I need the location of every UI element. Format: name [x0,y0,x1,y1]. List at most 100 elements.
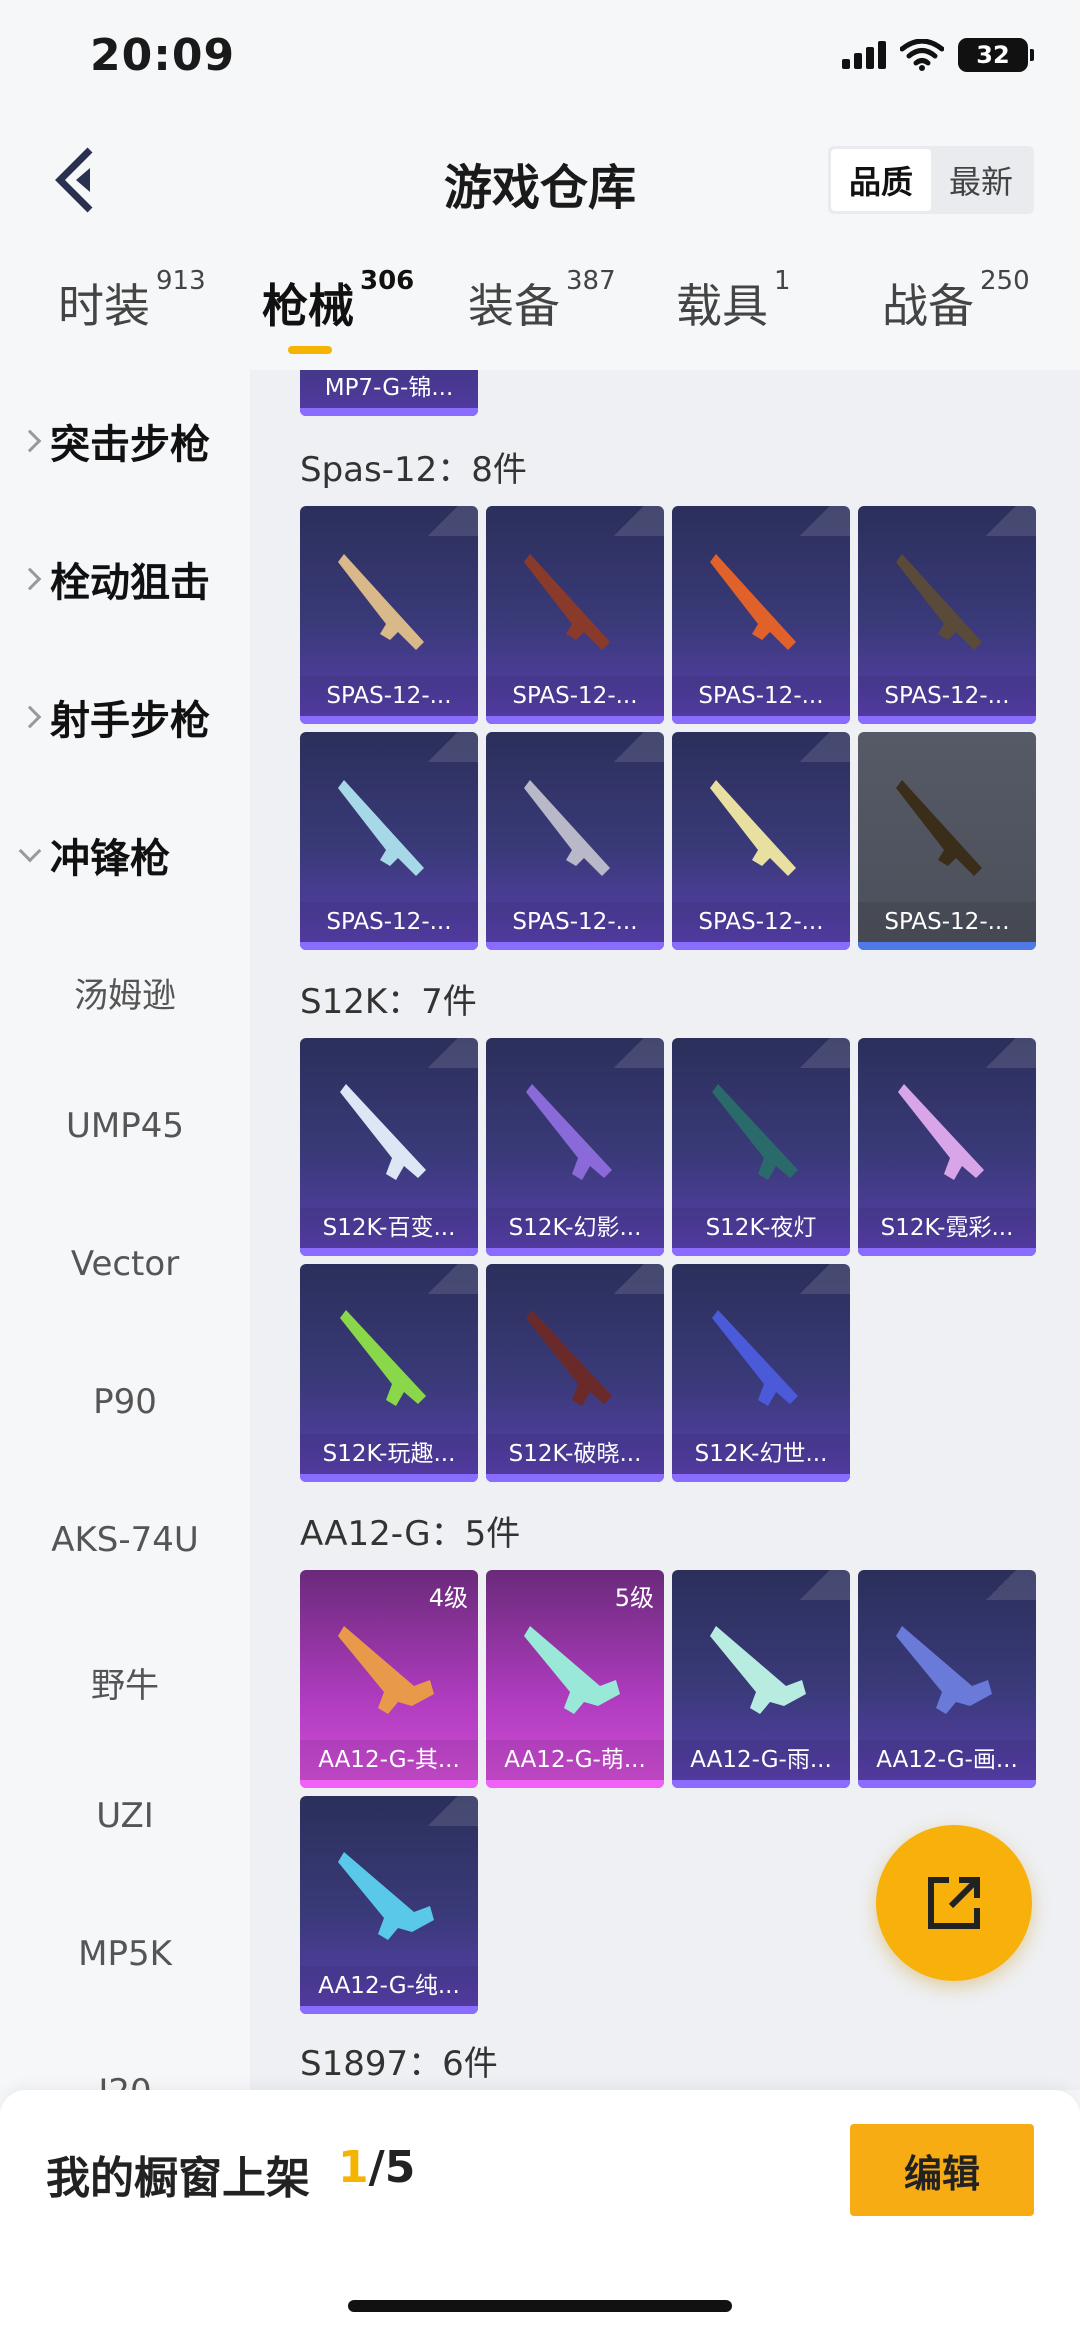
weapon-card[interactable]: MP7-G-锦... [300,370,478,416]
tab-count: 913 [156,266,206,296]
section-title: S1897：6件 [300,2044,498,2084]
weapon-card[interactable]: S12K-幻影... [486,1038,664,1256]
chevron-right-icon [18,567,42,591]
rarity-bar [672,1780,850,1788]
weapon-name: S12K-幻影... [486,1208,664,1248]
sort-newest-button[interactable]: 最新 [931,149,1031,211]
wifi-icon [900,39,944,71]
weapon-name: SPAS-12-... [858,676,1036,716]
battery-icon: 32 [958,38,1034,72]
rifle-shotgun-icon [898,1084,984,1180]
sidebar-group-bolt-sniper[interactable]: 栓动狙击 [18,550,210,608]
rarity-bar [486,1248,664,1256]
rarity-bar [672,1474,850,1482]
tab-outfits[interactable]: 时装 913 [58,266,206,336]
chevron-right-icon [18,705,42,729]
share-button[interactable] [876,1825,1032,1981]
rarity-bar [672,942,850,950]
sidebar-group-label: 射手步枪 [50,698,210,744]
weapon-card[interactable]: SPAS-12-... [672,732,850,950]
weapon-card[interactable]: AA12-G-画... [858,1570,1036,1788]
weapon-card[interactable]: SPAS-12-... [300,732,478,950]
card-corner [780,506,850,536]
header: 游戏仓库 品质 最新 [0,120,1080,240]
sidebar-group-label: 栓动狙击 [50,560,210,606]
rarity-bar [486,942,664,950]
shotgun-icon [338,780,424,876]
rifle-shotgun-icon [526,1310,612,1406]
tab-label: 载具 [676,279,768,333]
sidebar-group-label: 冲锋枪 [50,836,170,882]
weapon-card[interactable]: SPAS-12-... [486,506,664,724]
chevron-right-icon [18,429,42,453]
card-corner [780,1570,850,1600]
tab-count: 1 [774,266,791,296]
rarity-bar [672,716,850,724]
card-corner [408,1264,478,1294]
shotgun-icon [338,554,424,650]
sidebar-item-ump45[interactable]: UMP45 [0,1106,250,1146]
rarity-bar [858,942,1036,950]
weapon-card[interactable]: S12K-夜灯 [672,1038,850,1256]
sort-toggle: 品质 最新 [828,146,1034,214]
weapon-name: S12K-夜灯 [672,1208,850,1248]
tab-guns[interactable]: 枪械 306 [262,266,414,336]
sidebar-item-aks74u[interactable]: AKS-74U [0,1520,250,1560]
weapon-card[interactable]: S12K-百变... [300,1038,478,1256]
sidebar-item-mp5k[interactable]: MP5K [0,1934,250,1974]
sidebar-item-thompson[interactable]: 汤姆逊 [0,968,250,1017]
weapon-card[interactable]: SPAS-12-... [858,732,1036,950]
sidebar-group-assault-rifle[interactable]: 突击步枪 [18,412,210,470]
weapon-name: S12K-幻世... [672,1434,850,1474]
sidebar-group-marksman-rifle[interactable]: 射手步枪 [18,688,210,746]
tab-vehicles[interactable]: 载具 1 [676,266,791,336]
weapon-name: AA12-G-萌... [486,1740,664,1780]
external-share-icon [928,1877,980,1929]
weapon-card[interactable]: S12K-破晓... [486,1264,664,1482]
weapon-name: AA12-G-画... [858,1740,1036,1780]
card-corner [594,732,664,762]
tab-label: 时装 [58,279,150,333]
tab-supplies[interactable]: 战备 250 [882,266,1030,336]
weapon-card[interactable]: S12K-幻世... [672,1264,850,1482]
weapon-name: S12K-破晓... [486,1434,664,1474]
weapon-card[interactable]: SPAS-12-... [300,506,478,724]
sidebar-item-p90[interactable]: P90 [0,1382,250,1422]
edit-button[interactable]: 编辑 [850,2124,1034,2216]
card-corner [594,1264,664,1294]
weapon-card[interactable]: AA12-G-雨... [672,1570,850,1788]
showcase-count: 1/5 [338,2142,415,2193]
weapon-card[interactable]: S12K-玩趣... [300,1264,478,1482]
tab-equipment[interactable]: 装备 387 [468,266,616,336]
weapon-name: SPAS-12-... [486,902,664,942]
section-title: AA12-G：5件 [300,1514,521,1554]
auto-shotgun-icon [338,1626,434,1714]
shotgun-icon [524,554,610,650]
weapon-card[interactable]: 5级 AA12-G-萌... [486,1570,664,1788]
weapon-card[interactable]: 4级 AA12-G-其... [300,1570,478,1788]
weapon-card[interactable]: SPAS-12-... [486,732,664,950]
shotgun-icon [896,780,982,876]
shotgun-icon [710,554,796,650]
sidebar-group-label: 突击步枪 [50,422,210,468]
auto-shotgun-icon [338,1852,434,1940]
card-corner [594,1038,664,1068]
weapon-name: SPAS-12-... [300,676,478,716]
weapon-name: SPAS-12-... [300,902,478,942]
weapon-card[interactable]: SPAS-12-... [672,506,850,724]
sidebar-item-vector[interactable]: Vector [0,1244,250,1284]
section-title: Spas-12：8件 [300,450,527,490]
sidebar-item-bizon[interactable]: 野牛 [0,1658,250,1707]
weapon-card[interactable]: S12K-霓彩... [858,1038,1036,1256]
weapon-card[interactable]: SPAS-12-... [858,506,1036,724]
rarity-bar [486,716,664,724]
sidebar-item-j20[interactable]: J20 [0,2072,250,2090]
weapon-card[interactable]: AA12-G-纯... [300,1796,478,2014]
showcase-label: 我的橱窗上架 [46,2153,310,2204]
rarity-bar [300,716,478,724]
sort-quality-button[interactable]: 品质 [831,149,931,211]
sidebar-item-uzi[interactable]: UZI [0,1796,250,1836]
sidebar-group-smg[interactable]: 冲锋枪 [18,826,170,884]
weapon-name: MP7-G-锦... [300,370,478,408]
category-tabs: 时装 913 枪械 306 装备 387 载具 1 战备 250 [0,250,1080,370]
